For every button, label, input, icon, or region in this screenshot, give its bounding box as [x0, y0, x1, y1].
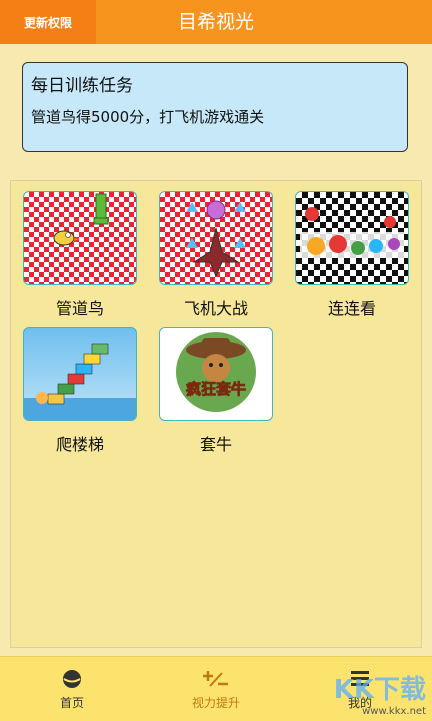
link-match-thumb[interactable]: [295, 191, 409, 285]
task-title: 每日训练任务: [31, 76, 133, 96]
lasso-cattle-icon: 疯狂套牛: [176, 332, 256, 412]
tab-home[interactable]: 首页: [0, 657, 144, 721]
plane-war-icon: [186, 200, 246, 278]
app-header: 更新权限 目希视光: [0, 0, 432, 44]
tab-label: 首页: [59, 695, 84, 710]
plus-minus-icon: [203, 670, 228, 687]
watermark-text: KK下载: [333, 675, 426, 705]
link-match-icon: [300, 207, 404, 258]
game-item-plane-war[interactable]: 飞机大战: [159, 191, 273, 319]
game-item-flappy-bird[interactable]: 管道鸟: [23, 191, 137, 319]
game-label: 套牛: [199, 435, 232, 454]
games-panel: 管道鸟 飞机大战 连连看 爬楼梯 疯狂套牛 套牛: [10, 180, 422, 648]
game-item-lasso-cattle[interactable]: 疯狂套牛 套牛: [159, 327, 273, 455]
home-icon: [63, 669, 81, 688]
lasso-cattle-art-text: 疯狂套牛: [186, 380, 246, 398]
game-item-link-match[interactable]: 连连看: [295, 191, 409, 319]
bottom-tab-bar: 首页 视力提升 我的 KK下载 www.kkx.net: [0, 656, 432, 721]
game-label: 飞机大战: [183, 299, 248, 318]
plane-war-thumb[interactable]: [159, 191, 273, 285]
daily-task-card: 每日训练任务 管道鸟得5000分，打飞机游戏通关: [22, 62, 408, 152]
stair-climb-thumb[interactable]: [23, 327, 137, 421]
watermark: KK下载 www.kkx.net: [334, 669, 426, 717]
game-label: 爬楼梯: [55, 435, 104, 454]
tab-vision-improve[interactable]: 视力提升: [144, 657, 288, 721]
update-permission-button[interactable]: 更新权限: [0, 0, 96, 44]
lasso-cattle-thumb[interactable]: 疯狂套牛: [159, 327, 273, 421]
watermark-url: www.kkx.net: [362, 706, 426, 717]
flappy-bird-icon: [53, 193, 109, 246]
flappy-bird-thumb[interactable]: [23, 191, 137, 285]
tab-label: 视力提升: [191, 695, 240, 710]
stair-climb-icon: [24, 343, 136, 420]
task-description: 管道鸟得5000分，打飞机游戏通关: [31, 108, 265, 126]
game-label: 连连看: [327, 299, 376, 318]
game-item-stair-climb[interactable]: 爬楼梯: [23, 327, 137, 455]
game-label: 管道鸟: [55, 299, 104, 318]
